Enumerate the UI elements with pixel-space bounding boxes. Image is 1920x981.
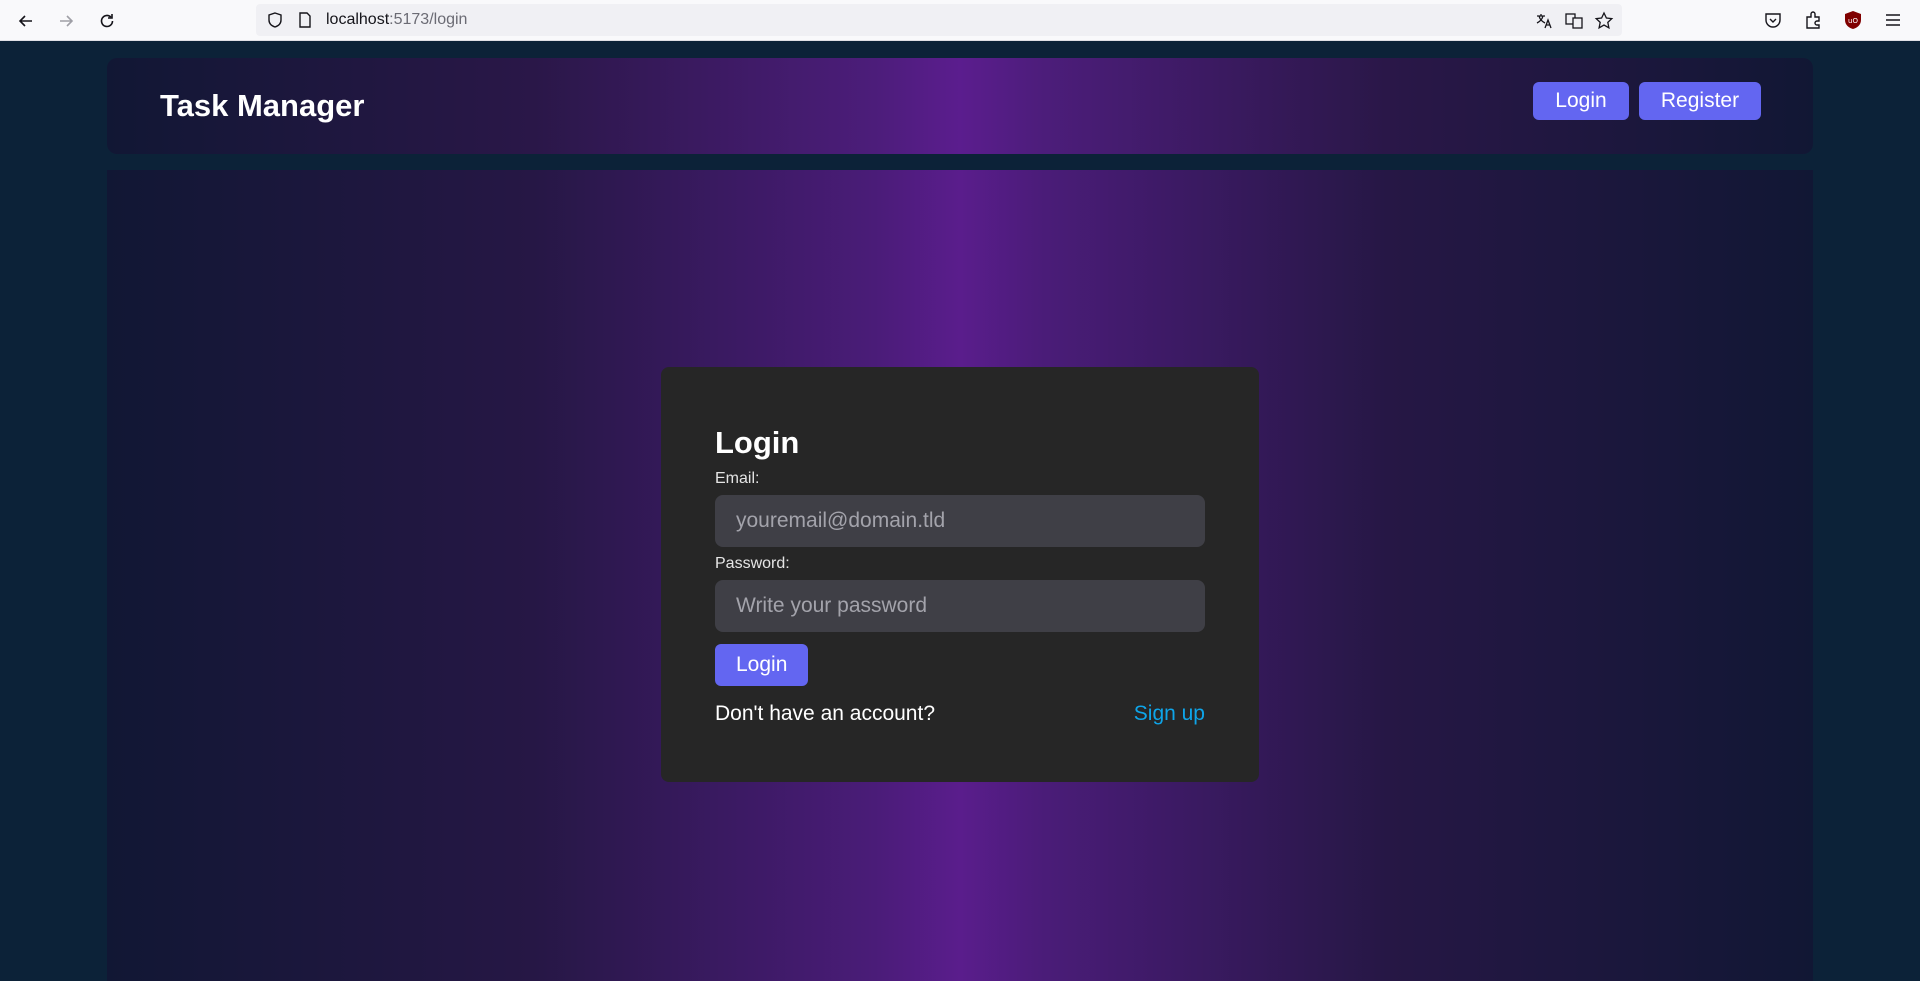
header-login-button[interactable]: Login: [1533, 82, 1629, 120]
password-field[interactable]: [715, 580, 1205, 632]
ublock-icon[interactable]: uO: [1842, 9, 1864, 31]
shield-icon[interactable]: [266, 11, 284, 29]
address-bar[interactable]: localhost:5173/login: [256, 4, 1622, 36]
star-icon[interactable]: [1594, 11, 1614, 31]
url-host: localhost: [326, 11, 390, 28]
header-register-button[interactable]: Register: [1639, 82, 1761, 120]
url-text[interactable]: localhost:5173/login: [326, 4, 467, 36]
forward-button[interactable]: [53, 8, 79, 34]
browser-toolbar: localhost:5173/login uO: [0, 0, 1920, 41]
app-header: Task Manager Login Register: [107, 58, 1813, 154]
menu-icon[interactable]: [1882, 9, 1904, 31]
pocket-icon[interactable]: [1762, 9, 1784, 31]
translate-icon[interactable]: [1534, 11, 1554, 31]
page-translate-icon[interactable]: [1564, 11, 1584, 31]
url-path: :5173/login: [389, 11, 468, 28]
signup-link[interactable]: Sign up: [1134, 702, 1205, 726]
login-title: Login: [715, 425, 800, 460]
extensions-icon[interactable]: [1802, 9, 1824, 31]
password-label: Password:: [715, 555, 790, 572]
back-button[interactable]: [13, 8, 39, 34]
login-submit-button[interactable]: Login: [715, 644, 809, 686]
svg-text:uO: uO: [1848, 17, 1858, 25]
arrow-right-icon: [60, 15, 74, 27]
no-account-text: Don't have an account?: [715, 702, 935, 725]
reload-icon: [100, 14, 114, 28]
email-label: Email:: [715, 470, 760, 487]
page-icon[interactable]: [296, 11, 314, 29]
arrow-left-icon: [18, 15, 32, 27]
email-field[interactable]: [715, 495, 1205, 547]
login-card: Login Email: Password: Login Don't have …: [661, 367, 1259, 782]
reload-button[interactable]: [94, 8, 120, 34]
app-brand[interactable]: Task Manager: [160, 58, 364, 154]
